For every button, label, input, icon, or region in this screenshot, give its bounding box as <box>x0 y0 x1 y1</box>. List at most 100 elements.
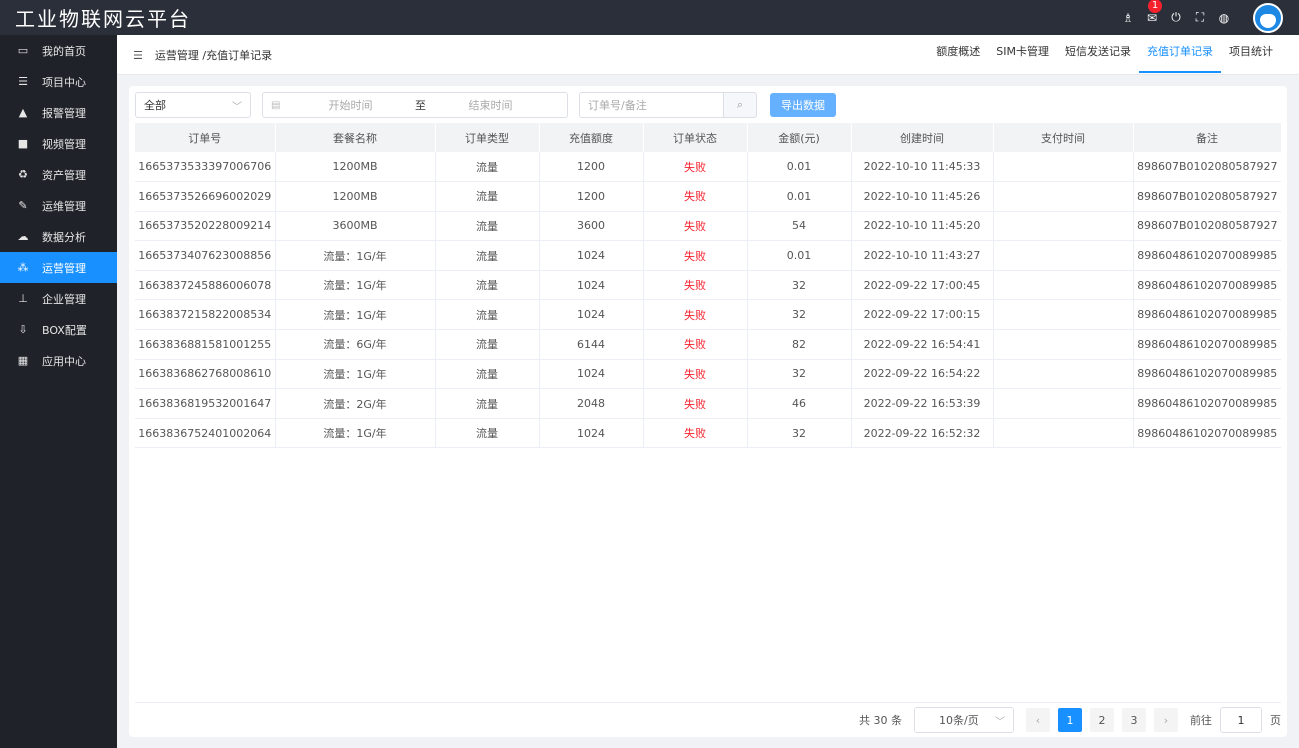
column-header[interactable]: 金额(元) <box>747 123 852 152</box>
table-cell: 失败 <box>643 359 748 390</box>
table-cell: 0.01 <box>747 181 852 212</box>
column-header[interactable]: 充值额度 <box>539 123 644 152</box>
table-row[interactable]: 1663836819532001647 流量：2G/年 流量 2048 失败 46 2022… <box>135 388 1281 419</box>
avatar[interactable] <box>1253 2 1283 33</box>
sidebar-item-label: 企业管理 <box>42 292 86 306</box>
sidebar-item-label: 资产管理 <box>42 168 86 182</box>
range-separator: 至 <box>414 99 426 112</box>
next-page-button[interactable]: › <box>1154 708 1178 732</box>
table-cell: 失败 <box>643 181 748 212</box>
sidebar-item[interactable]: ⁂ 运营管理 <box>0 252 117 283</box>
tab[interactable]: SIM卡管理 <box>988 35 1057 75</box>
top-toolbar: ♗ ✉ 1 ⏻ ⛶ ◍ <box>1121 0 1283 35</box>
table-cell: 流量：1G/年 <box>275 270 436 301</box>
end-date-input[interactable]: 结束时间 <box>440 97 540 113</box>
sidebar-item[interactable]: ☁ 数据分析 <box>0 221 117 252</box>
tab[interactable]: 充值订单记录 <box>1139 35 1221 75</box>
table-cell: 89860486102070089985 <box>1133 299 1281 331</box>
page-number-button[interactable]: 2 <box>1090 708 1114 732</box>
sidebar-item[interactable]: ♻ 资产管理 <box>0 159 117 190</box>
table-row[interactable]: 1665373533397006706 1200MB 流量 1200 失败 0.01 202… <box>135 152 1281 183</box>
page-number-button[interactable]: 1 <box>1058 708 1082 732</box>
table-header-row: 订单号 套餐名称 订单类型 充值额度 订单状态 金额(元) 创建时间 支付时间 备注 <box>135 123 1282 152</box>
download-icon: ⇩ <box>18 323 28 336</box>
column-header[interactable]: 订单号 <box>135 123 276 152</box>
cubes-icon: ⁂ <box>17 261 29 274</box>
notification-badge: 1 <box>1148 0 1162 13</box>
sidebar-item[interactable]: ☰ 项目中心 <box>0 66 117 97</box>
fullscreen-icon[interactable]: ⛶ <box>1193 10 1207 25</box>
collapse-menu-icon[interactable]: ☰ <box>133 49 143 62</box>
table-cell: 89860486102070089985 <box>1133 418 1281 449</box>
table-row[interactable]: 1665373520228009214 3600MB 流量 3600 失败 54 2022-… <box>135 211 1281 242</box>
power-icon[interactable]: ⏻ <box>1169 10 1183 25</box>
sidebar-item[interactable]: ▲ 报警管理 <box>0 97 117 128</box>
table-cell: 1665373526696002029 <box>135 181 276 212</box>
table-row[interactable]: 1663836862768008610 流量：1G/年 流量 1024 失败 32 2022… <box>135 359 1281 390</box>
export-button[interactable]: 导出数据 <box>770 93 836 117</box>
sidebar-item[interactable]: ■ 视频管理 <box>0 128 117 159</box>
sidebar-item[interactable]: ⇩ BOX配置 <box>0 314 117 345</box>
table-cell: 2022-09-22 16:53:39 <box>851 388 994 419</box>
sidebar-item-label: 我的首页 <box>42 44 86 58</box>
sidebar-item-label: 项目中心 <box>42 75 86 89</box>
column-header[interactable]: 订单类型 <box>435 123 540 152</box>
tab[interactable]: 短信发送记录 <box>1057 35 1139 75</box>
prev-page-button[interactable]: ‹ <box>1026 708 1050 732</box>
goto-page-input[interactable] <box>1220 707 1262 733</box>
page-size-select[interactable]: 10条/页 ﹀ <box>914 707 1014 733</box>
sidebar-item-label: 运维管理 <box>42 199 86 213</box>
table-cell: 82 <box>747 329 852 360</box>
app-title: 工业物联网云平台 <box>15 7 191 31</box>
pagination: 共 30 条 10条/页 ﹀ ‹ 123 › 前往 页 <box>135 702 1281 737</box>
search-group: ⌕ <box>579 92 757 118</box>
column-header[interactable]: 订单状态 <box>643 123 748 152</box>
goto-label: 前往 <box>1190 714 1212 727</box>
column-header[interactable]: 创建时间 <box>851 123 994 152</box>
table-cell: 89860486102070089985 <box>1133 388 1281 419</box>
table-cell <box>993 181 1134 212</box>
table-cell: 1665373533397006706 <box>135 152 276 183</box>
sidebar-item-label: 运营管理 <box>42 261 86 275</box>
sidebar-item[interactable]: ✎ 运维管理 <box>0 190 117 221</box>
table-cell: 流量 <box>435 388 540 419</box>
total-count: 共 30 条 <box>859 714 902 727</box>
laptop-icon: ▭ <box>17 44 29 57</box>
table-cell: 89860486102070089985 <box>1133 270 1281 301</box>
table-cell: 2022-10-10 11:45:26 <box>851 181 994 212</box>
page-number-button[interactable]: 3 <box>1122 708 1146 732</box>
sidebar-item[interactable]: ▭ 我的首页 <box>0 35 117 66</box>
table-row[interactable]: 1663836881581001255 流量：6G/年 流量 6144 失败 82 2022… <box>135 329 1281 360</box>
video-icon: ■ <box>17 137 29 150</box>
table-cell: 2022-09-22 17:00:45 <box>851 270 994 301</box>
table-row[interactable]: 1663837215822008534 流量：1G/年 流量 1024 失败 32 2022… <box>135 299 1281 331</box>
sidebar-item-label: BOX配置 <box>42 323 87 337</box>
table-row[interactable]: 1663836752401002064 流量：1G/年 流量 1024 失败 32 2022… <box>135 418 1281 449</box>
sidebar-item[interactable]: ⊥ 企业管理 <box>0 283 117 314</box>
table-cell <box>993 270 1134 301</box>
table-cell: 流量：1G/年 <box>275 359 436 390</box>
globe-icon[interactable]: ◍ <box>1217 11 1231 25</box>
tab[interactable]: 额度概述 <box>928 35 988 75</box>
table-cell: 流量 <box>435 240 540 271</box>
sidebar-item[interactable]: ▦ 应用中心 <box>0 345 117 376</box>
table-cell: 失败 <box>643 388 748 419</box>
sidebar-item-label: 应用中心 <box>42 354 86 368</box>
cloud-icon: ☁ <box>17 230 29 243</box>
table-cell: 2022-10-10 11:43:27 <box>851 240 994 271</box>
table-row[interactable]: 1665373407623008856 流量：1G/年 流量 1024 失败 0.01 20… <box>135 240 1281 271</box>
mail-icon[interactable]: ✉ 1 <box>1145 0 1162 25</box>
search-button[interactable]: ⌕ <box>723 92 757 118</box>
table-row[interactable]: 1663837245886006078 流量：1G/年 流量 1024 失败 32 2022… <box>135 270 1281 301</box>
date-range-picker[interactable]: ▤ 开始时间 至 结束时间 <box>262 92 568 118</box>
search-input[interactable] <box>579 92 723 118</box>
column-header[interactable]: 支付时间 <box>993 123 1134 152</box>
table-cell: 1665373520228009214 <box>135 211 276 242</box>
tab[interactable]: 项目统计 <box>1221 35 1281 75</box>
table-row[interactable]: 1665373526696002029 1200MB 流量 1200 失败 0.01 202… <box>135 181 1281 212</box>
status-select[interactable]: 全部 ﹀ <box>135 92 251 118</box>
start-date-input[interactable]: 开始时间 <box>300 97 400 113</box>
menu-tree-icon[interactable]: ♗ <box>1121 11 1135 25</box>
column-header[interactable]: 套餐名称 <box>275 123 436 152</box>
column-header[interactable]: 备注 <box>1133 123 1282 152</box>
